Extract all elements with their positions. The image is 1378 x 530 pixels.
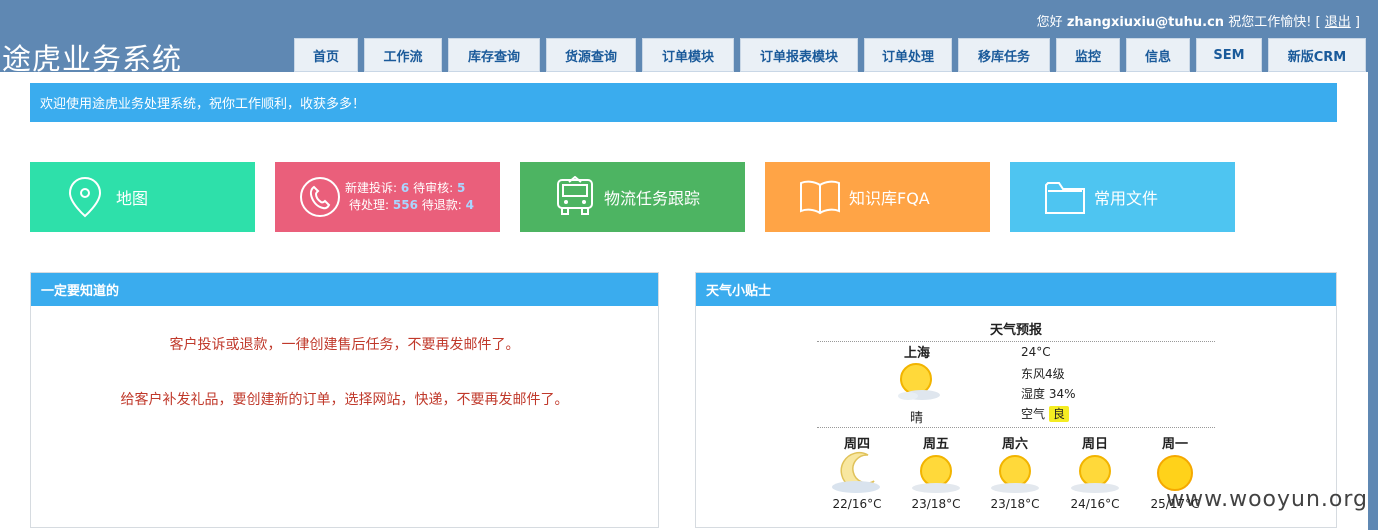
truck-icon (552, 174, 598, 220)
review-count[interactable]: 5 (457, 181, 465, 195)
forecast-day-2: 周五 (922, 437, 949, 452)
tile-files-label: 常用文件 (1094, 189, 1159, 208)
nav-order-report[interactable]: 订单报表模块 (740, 38, 858, 72)
sun-cloud-icon (988, 453, 1042, 499)
refund-count[interactable]: 4 (466, 198, 474, 212)
nav-relocation-task[interactable]: 移库任务 (958, 38, 1050, 72)
forecast-temp-1: 22/16°C (832, 497, 882, 511)
forecast-temp-4: 24/16°C (1070, 497, 1120, 511)
nav-info[interactable]: 信息 (1126, 38, 1190, 72)
notice-line-2: 给客户补发礼品，要创建新的订单，选择网站，快递，不要再发邮件了。 (120, 392, 569, 408)
moon-cloud-icon (830, 451, 888, 499)
right-scroll-strip (1368, 72, 1378, 530)
tile-logistics-label: 物流任务跟踪 (604, 189, 701, 208)
bracket-open: [ (1315, 15, 1321, 30)
nav-sem[interactable]: SEM (1196, 38, 1262, 72)
username: zhangxiuxiu@tuhu.cn (1066, 15, 1225, 30)
refund-label: 待退款: (421, 198, 462, 212)
book-icon (797, 174, 843, 220)
watermark: www.wooyun.org (1166, 487, 1368, 512)
tile-knowledge-label: 知识库FQA (849, 189, 930, 208)
map-pin-icon (62, 174, 108, 220)
top-header: 您好 zhangxiuxiu@tuhu.cn 祝您工作愉快! [ 退出 ] 途虎… (0, 0, 1378, 76)
nav-supply-query[interactable]: 货源查询 (546, 38, 636, 72)
nav-home[interactable]: 首页 (294, 38, 358, 72)
forecast-temp-2: 23/18°C (911, 497, 961, 511)
forecast-day-3: 周六 (1001, 437, 1028, 452)
bracket-close: ] (1354, 15, 1360, 30)
nav-monitor[interactable]: 监控 (1056, 38, 1120, 72)
weather-condition: 晴 (910, 411, 924, 426)
logout-link[interactable]: 退出 (1325, 15, 1351, 30)
nav-workflow[interactable]: 工作流 (364, 38, 442, 72)
tile-logistics[interactable]: 物流任务跟踪 (520, 162, 745, 232)
phone-icon (297, 174, 343, 220)
wish-text: 祝您工作愉快! (1228, 15, 1312, 30)
new-complaint-count[interactable]: 6 (401, 181, 409, 195)
nav-inventory-query[interactable]: 库存查询 (448, 38, 540, 72)
weather-wind: 东风4级 (1021, 367, 1065, 381)
nav-new-crm[interactable]: 新版CRM (1268, 38, 1366, 72)
tile-complaints[interactable]: 新建投诉: 6 待审核: 5 待处理: 556 待退款: 4 (275, 162, 500, 232)
air-quality-label: 空气 (1021, 407, 1046, 421)
sun-cloud-icon (1068, 453, 1122, 499)
notice-panel: 一定要知道的 客户投诉或退款，一律创建售后任务，不要再发邮件了。 给客户补发礼品… (30, 272, 659, 528)
weather-temperature: 24°C (1021, 345, 1051, 359)
complaint-stats: 新建投诉: 6 待审核: 5 待处理: 556 待退款: 4 (345, 180, 474, 214)
forecast-day-5: 周一 (1161, 437, 1188, 452)
notice-line-1: 客户投诉或退款，一律创建售后任务，不要再发邮件了。 (169, 337, 520, 353)
air-quality-badge: 良 (1048, 406, 1069, 422)
forecast-temp-3: 23/18°C (990, 497, 1040, 511)
tile-map-label: 地图 (116, 189, 149, 208)
pending-count[interactable]: 556 (393, 198, 418, 212)
weather-city: 上海 (904, 346, 931, 361)
folder-icon (1042, 174, 1088, 220)
greeting-text: 您好 (1036, 15, 1063, 30)
forecast-day-1: 周四 (843, 437, 870, 452)
nav-order-processing[interactable]: 订单处理 (864, 38, 952, 72)
review-label: 待审核: (413, 181, 454, 195)
welcome-banner: 欢迎使用途虎业务处理系统，祝你工作顺利，收获多多！ (30, 83, 1337, 122)
tile-files[interactable]: 常用文件 (1010, 162, 1235, 232)
tile-knowledge[interactable]: 知识库FQA (765, 162, 990, 232)
weather-divider (817, 427, 1215, 428)
sun-cloud-icon (892, 361, 944, 407)
nav-order-module[interactable]: 订单模块 (642, 38, 734, 72)
weather-humidity: 湿度 34% (1021, 387, 1076, 401)
notice-panel-title: 一定要知道的 (31, 273, 658, 306)
pending-label: 待处理: (349, 198, 390, 212)
tile-map[interactable]: 地图 (30, 162, 255, 232)
weather-air: 空气 良 (1021, 405, 1069, 422)
app-title: 途虎业务系统 (2, 42, 183, 76)
new-complaint-label: 新建投诉: (345, 181, 398, 195)
sun-cloud-icon (909, 453, 963, 499)
weather-panel-title: 天气小贴士 (696, 273, 1336, 306)
weather-forecast-heading: 天气预报 (817, 319, 1215, 342)
forecast-day-4: 周日 (1081, 437, 1108, 452)
user-info-bar: 您好 zhangxiuxiu@tuhu.cn 祝您工作愉快! [ 退出 ] (1037, 11, 1360, 30)
